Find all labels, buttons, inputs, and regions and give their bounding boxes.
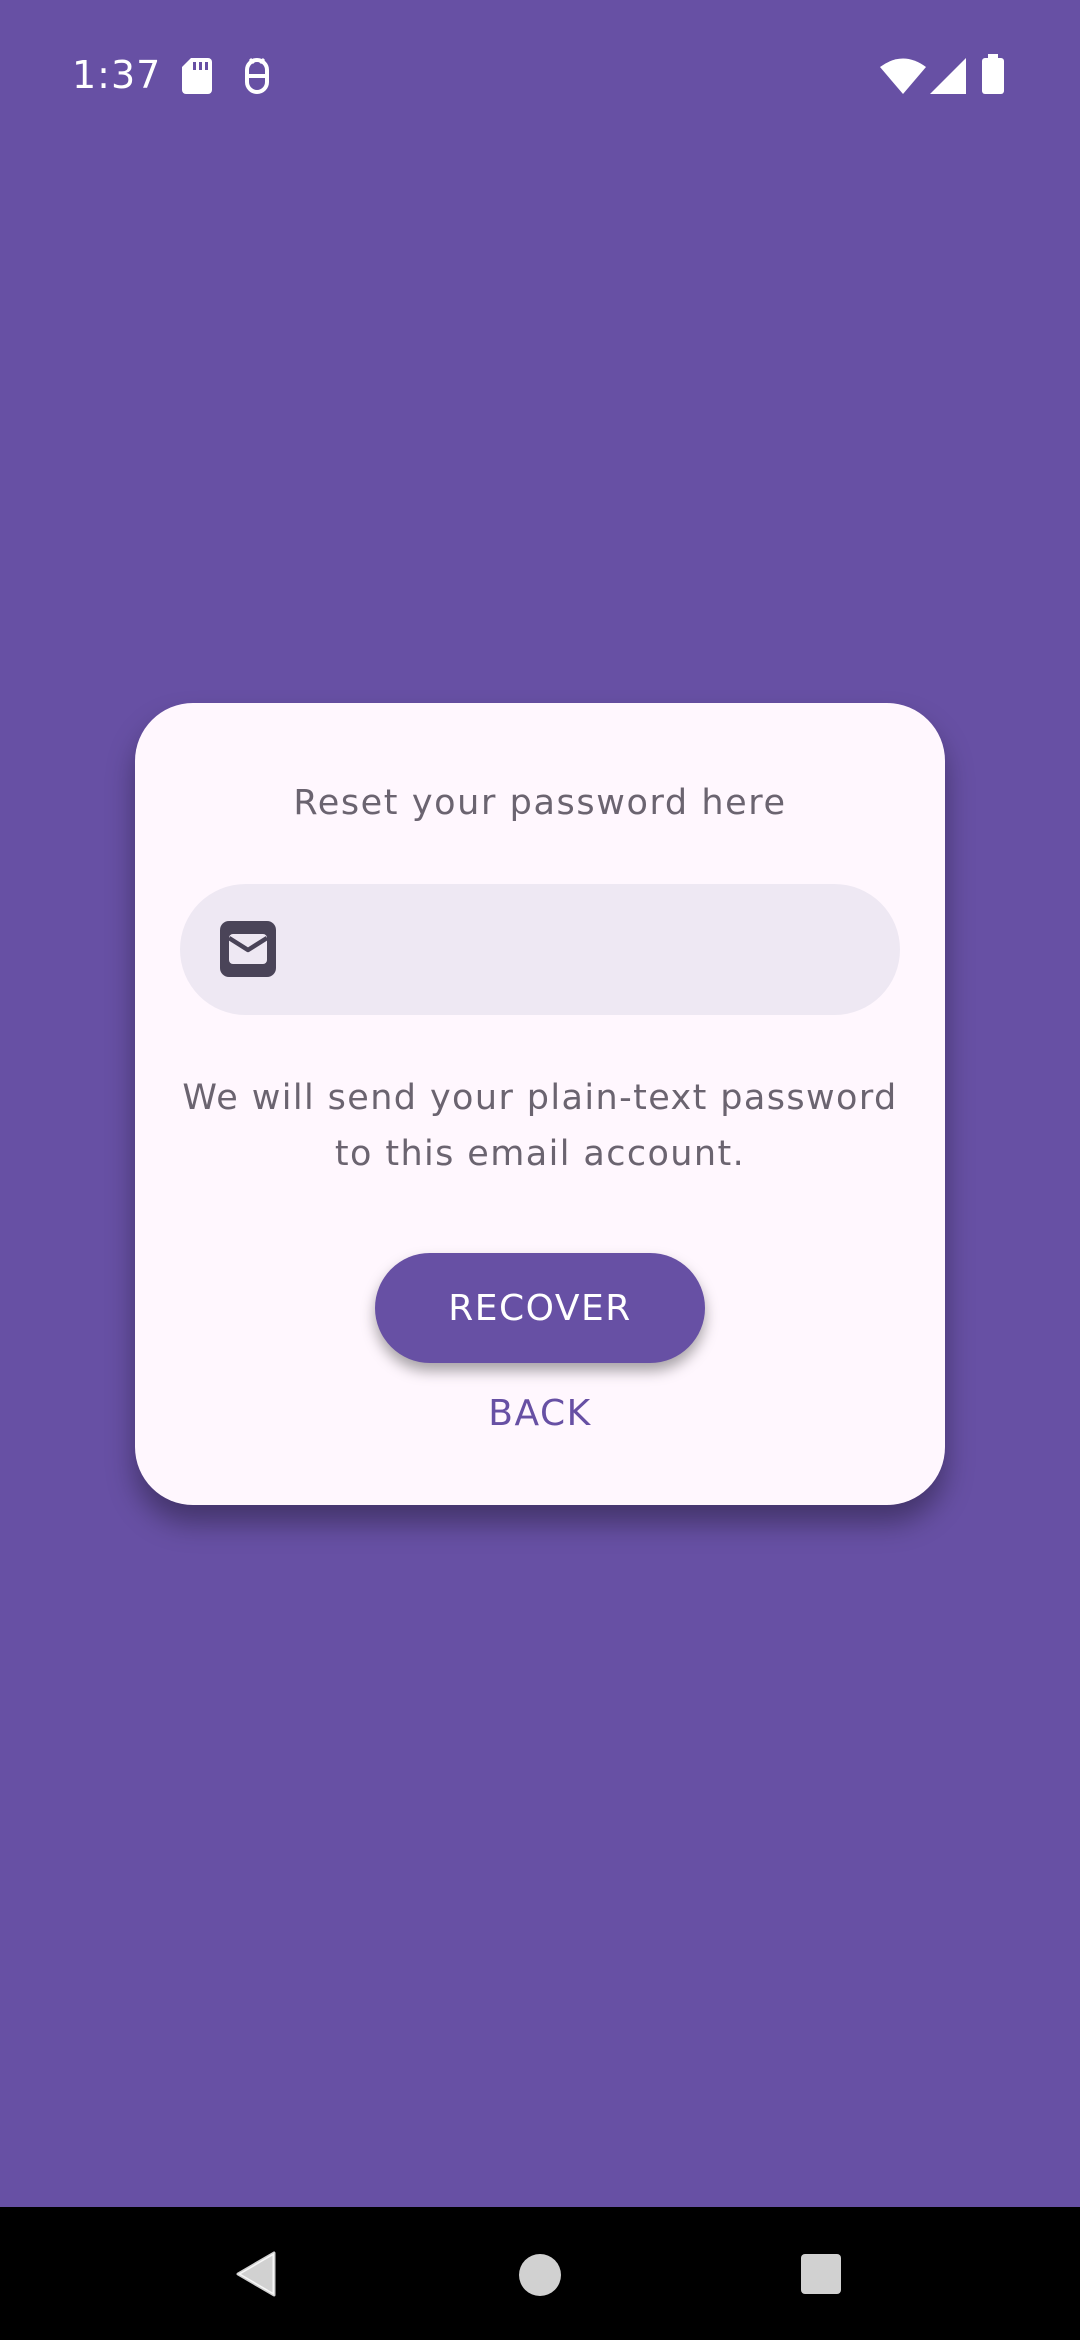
battery-icon xyxy=(982,54,1004,94)
cell-signal-icon xyxy=(930,58,966,94)
status-time: 1:37 xyxy=(72,53,162,97)
helper-text: We will send your plain-text password to… xyxy=(182,1078,898,1174)
debug-icon xyxy=(245,57,269,94)
reset-password-card: Reset your password here We will send yo… xyxy=(135,703,945,1505)
wifi-icon xyxy=(880,58,926,94)
back-icon[interactable] xyxy=(234,2251,276,2297)
home-icon[interactable] xyxy=(518,2253,562,2297)
navigation-bar xyxy=(0,2207,1080,2340)
status-bar: 1:37 xyxy=(0,0,1080,150)
recover-button[interactable]: RECOVER xyxy=(375,1253,705,1363)
email-input[interactable] xyxy=(310,904,870,995)
mail-icon xyxy=(220,921,276,977)
back-button[interactable]: BACK xyxy=(440,1378,640,1448)
sd-card-icon xyxy=(182,58,212,94)
forgot-password-screen: 1:37 Reset your password here We will se… xyxy=(0,0,1080,2340)
email-field[interactable] xyxy=(180,884,900,1015)
card-title: Reset your password here xyxy=(293,783,787,823)
recents-icon[interactable] xyxy=(800,2253,842,2295)
